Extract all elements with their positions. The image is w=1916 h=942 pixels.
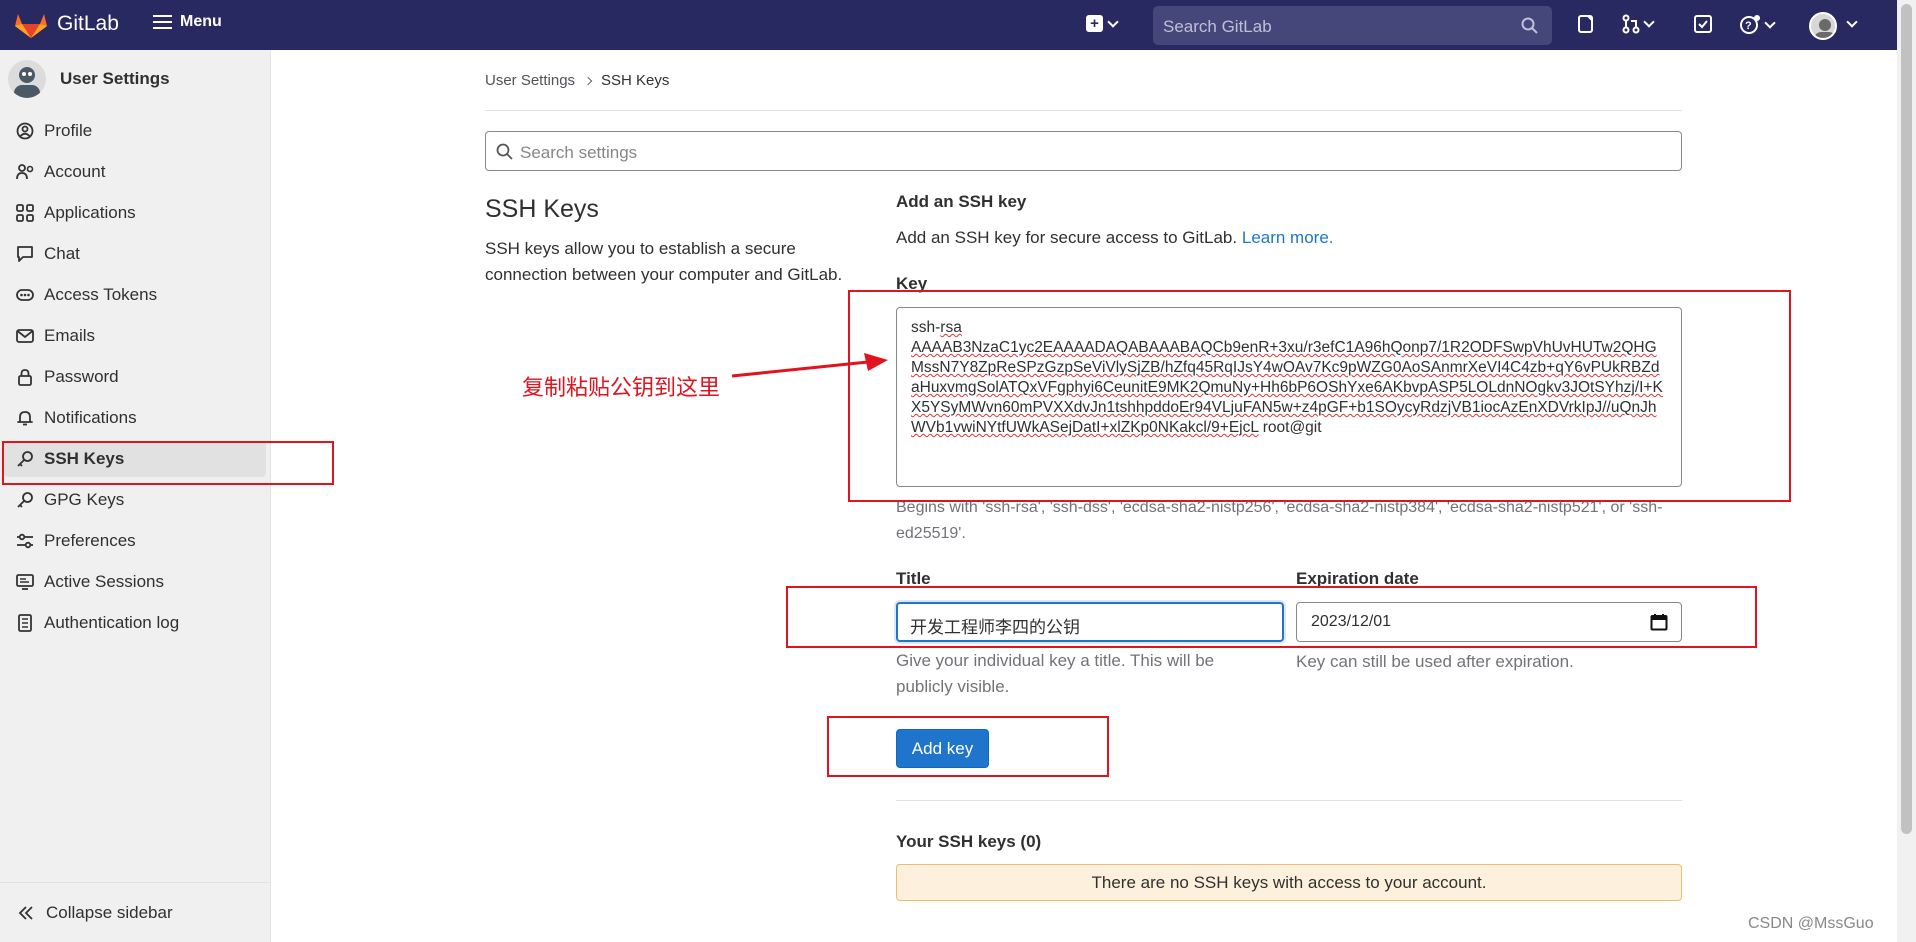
search-icon	[496, 143, 513, 160]
page-scrollbar[interactable]	[1897, 0, 1916, 942]
annotation-box-key	[848, 290, 1791, 502]
todo-icon[interactable]	[1693, 14, 1713, 34]
chevron-right-icon	[583, 76, 593, 85]
gitlab-logo-icon[interactable]	[14, 11, 48, 39]
title-help-text: Give your individual key a title. This w…	[896, 651, 1215, 696]
annotation-arrow-icon	[731, 353, 888, 378]
sidebar-item-notifications[interactable]: Notifications	[4, 400, 266, 436]
hamburger-icon	[153, 15, 172, 29]
sidebar-item-chat[interactable]: Chat	[4, 236, 266, 272]
chevron-down-icon[interactable]	[1846, 16, 1858, 28]
user-avatar[interactable]	[1809, 12, 1837, 40]
monitor-icon	[16, 574, 34, 590]
sidebar-item-access-tokens[interactable]: Access Tokens	[4, 277, 266, 313]
sidebar-item-applications[interactable]: Applications	[4, 195, 266, 231]
sidebar-item-active-sessions[interactable]: Active Sessions	[4, 564, 266, 600]
annotation-box-sidebar	[2, 441, 334, 485]
annotation-text: 复制粘贴公钥到这里	[522, 375, 721, 400]
section-title: SSH Keys	[485, 195, 599, 223]
applications-icon	[16, 204, 34, 222]
token-icon	[16, 289, 34, 301]
profile-icon	[16, 122, 34, 140]
settings-search-placeholder: Search settings	[520, 143, 638, 162]
scrollbar-thumb[interactable]	[1901, 4, 1912, 834]
sidebar-item-label: Account	[44, 162, 106, 181]
sidebar-item-label: Access Tokens	[44, 285, 158, 304]
expiration-help-text: Key can still be used after expiration.	[1296, 652, 1574, 671]
menu-label: Menu	[180, 13, 222, 30]
chat-icon	[17, 246, 33, 262]
sidebar-item-label: Notifications	[44, 408, 137, 427]
sidebar-item-preferences[interactable]: Preferences	[4, 523, 266, 559]
annotation-box-button	[827, 716, 1109, 777]
merge-request-dropdown[interactable]	[1622, 14, 1655, 34]
sidebar-item-label: GPG Keys	[44, 490, 125, 509]
empty-keys-alert: There are no SSH keys with access to you…	[896, 864, 1682, 901]
sidebar-item-label: Password	[44, 367, 119, 386]
mail-icon	[16, 329, 34, 343]
sidebar: User Settings Profile Account Applicatio…	[0, 50, 271, 942]
double-chevron-left-icon	[18, 905, 33, 920]
sidebar-item-account[interactable]: Account	[4, 154, 266, 190]
sidebar-item-label: Emails	[44, 326, 96, 345]
key-icon	[17, 492, 33, 508]
menu-button[interactable]: Menu	[153, 13, 222, 31]
form-intro: Add an SSH key for secure access to GitL…	[896, 228, 1334, 248]
chevron-down-icon	[1107, 15, 1119, 28]
watermark: CSDN @MssGuo	[1748, 915, 1874, 932]
annotation-box-title	[786, 586, 1757, 648]
form-heading: Add an SSH key	[896, 192, 1027, 211]
avatar	[8, 60, 46, 98]
key-help-text: Begins with 'ssh-rsa', 'ssh-dss', 'ecdsa…	[896, 499, 1663, 542]
breadcrumb: User Settings SSH Keys	[485, 72, 669, 89]
svg-text:?: ?	[1745, 20, 1752, 32]
preferences-icon	[17, 533, 33, 549]
global-search-input[interactable]: Search GitLab	[1153, 6, 1552, 45]
breadcrumb-current[interactable]: SSH Keys	[601, 72, 669, 89]
plus-square-icon: +	[1086, 15, 1103, 32]
search-icon	[1521, 17, 1538, 34]
sidebar-item-password[interactable]: Password	[4, 359, 266, 395]
learn-more-link[interactable]: Learn more.	[1242, 228, 1334, 247]
your-ssh-keys-heading: Your SSH keys (0)	[896, 832, 1042, 851]
new-dropdown-button[interactable]: +	[1086, 15, 1119, 32]
sidebar-header[interactable]: User Settings	[8, 60, 170, 98]
divider	[485, 110, 1682, 111]
lock-icon	[18, 369, 32, 386]
help-dropdown[interactable]: ?	[1739, 14, 1776, 36]
sidebar-item-label: Active Sessions	[44, 572, 164, 591]
divider	[896, 800, 1682, 801]
bell-icon	[17, 411, 33, 426]
sidebar-item-label: Applications	[44, 203, 136, 222]
sidebar-item-gpg-keys[interactable]: GPG Keys	[4, 482, 266, 518]
account-icon	[16, 164, 34, 180]
sidebar-item-authentication-log[interactable]: Authentication log	[4, 605, 266, 641]
sidebar-item-label: Authentication log	[44, 613, 180, 632]
form-intro-text: Add an SSH key for secure access to GitL…	[896, 228, 1238, 247]
sidebar-item-label: Profile	[44, 121, 93, 140]
collapse-sidebar-label: Collapse sidebar	[46, 902, 173, 922]
search-placeholder: Search GitLab	[1163, 17, 1272, 36]
section-description: SSH keys allow you to establish a secure…	[485, 239, 843, 284]
sidebar-item-emails[interactable]: Emails	[4, 318, 266, 354]
chevron-down-icon	[1643, 16, 1655, 28]
breadcrumb-parent-link[interactable]: User Settings	[485, 72, 575, 89]
collapse-sidebar-button[interactable]: Collapse sidebar	[0, 882, 271, 942]
merge-request-icon	[1622, 14, 1640, 34]
sidebar-item-label: Preferences	[44, 531, 136, 550]
chevron-down-icon	[1764, 17, 1776, 29]
settings-search-input[interactable]: Search settings	[485, 131, 1682, 171]
help-icon: ?	[1740, 15, 1760, 34]
sidebar-item-profile[interactable]: Profile	[4, 113, 266, 149]
sidebar-title: User Settings	[60, 69, 170, 88]
log-icon	[18, 614, 32, 632]
top-navbar: GitLab Menu + Search GitLab ?	[0, 0, 1897, 50]
issues-icon[interactable]	[1576, 14, 1596, 34]
brand-name[interactable]: GitLab	[57, 12, 119, 36]
sidebar-item-label: Chat	[44, 244, 80, 263]
